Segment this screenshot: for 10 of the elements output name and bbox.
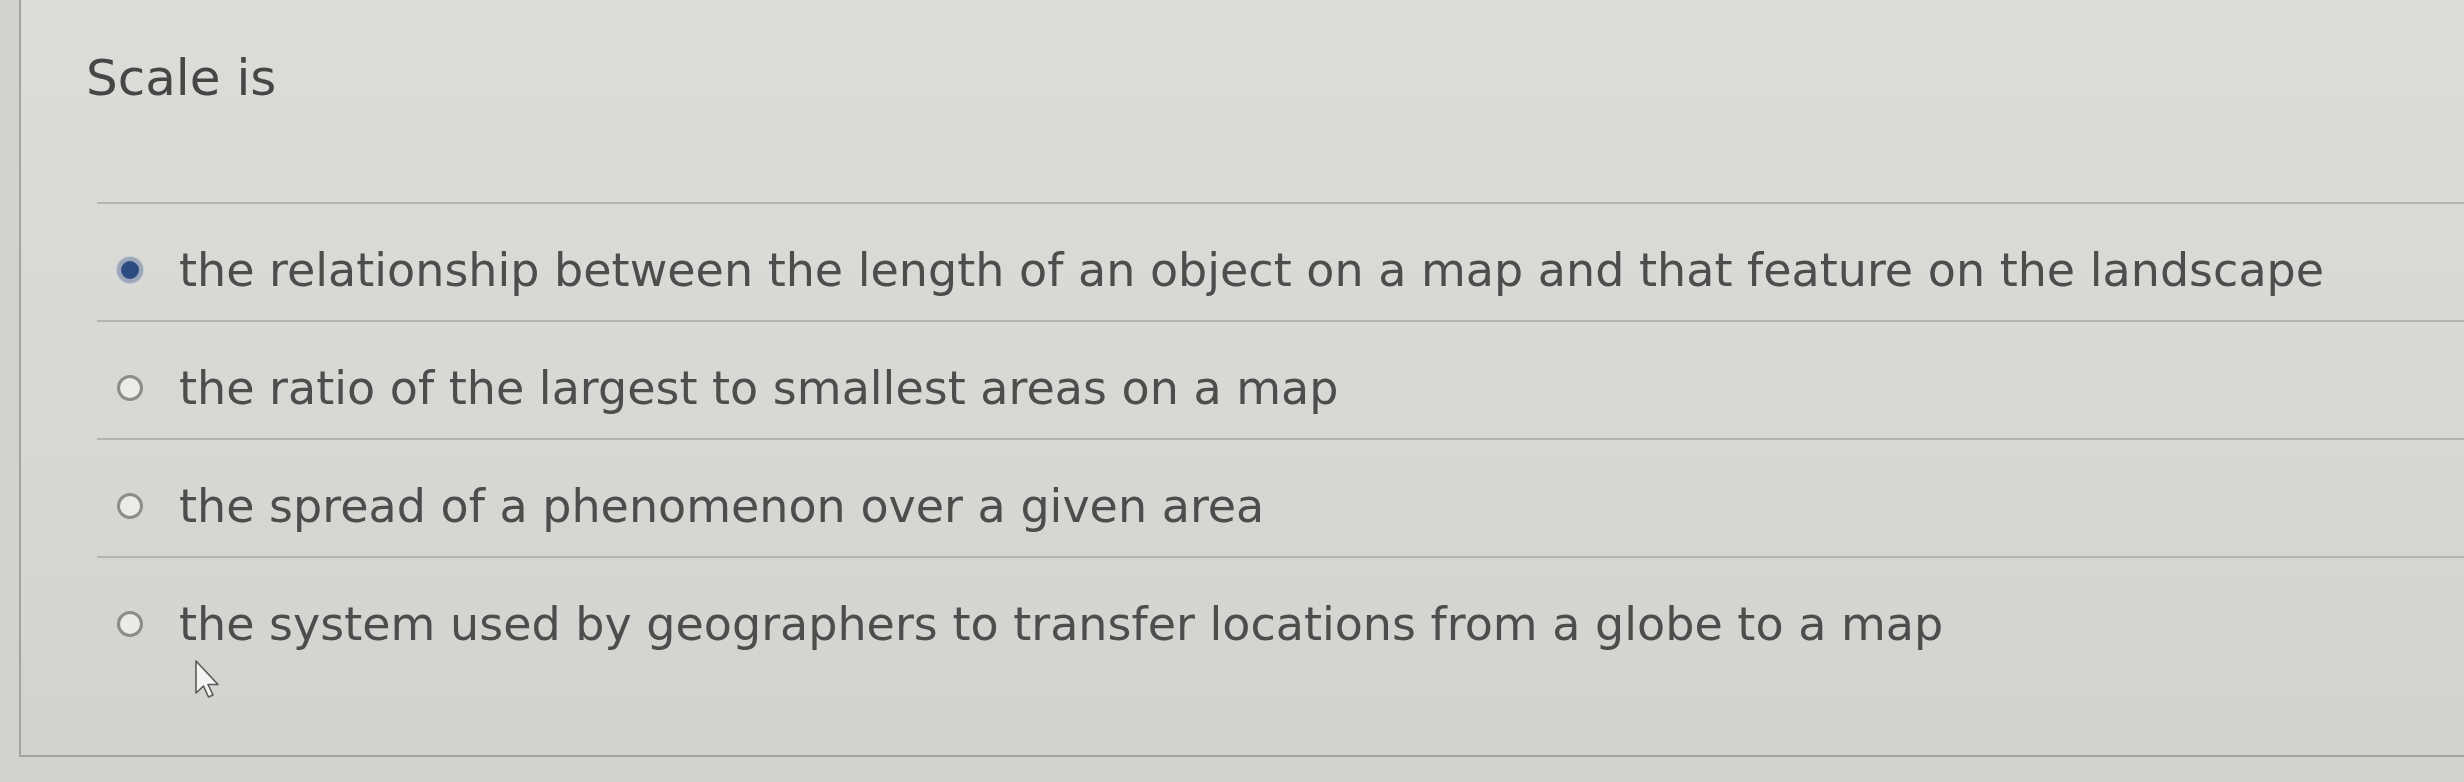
option-label[interactable]: the spread of a phenomenon over a given area xyxy=(179,478,1265,534)
radio-button[interactable] xyxy=(117,611,143,637)
radio-button[interactable] xyxy=(117,493,143,519)
radio-button[interactable] xyxy=(117,375,143,401)
option-label[interactable]: the system used by geographers to transfer locations from a globe to a map xyxy=(179,596,1944,652)
radio-button[interactable] xyxy=(117,257,143,283)
mouse-pointer-icon xyxy=(195,660,219,698)
option-label[interactable]: the relationship between the length of an object on a map and that feature on the landscape xyxy=(179,242,2325,298)
question-text: Scale is xyxy=(86,50,277,106)
option-label[interactable]: the ratio of the largest to smallest areas on a map xyxy=(179,360,1339,416)
